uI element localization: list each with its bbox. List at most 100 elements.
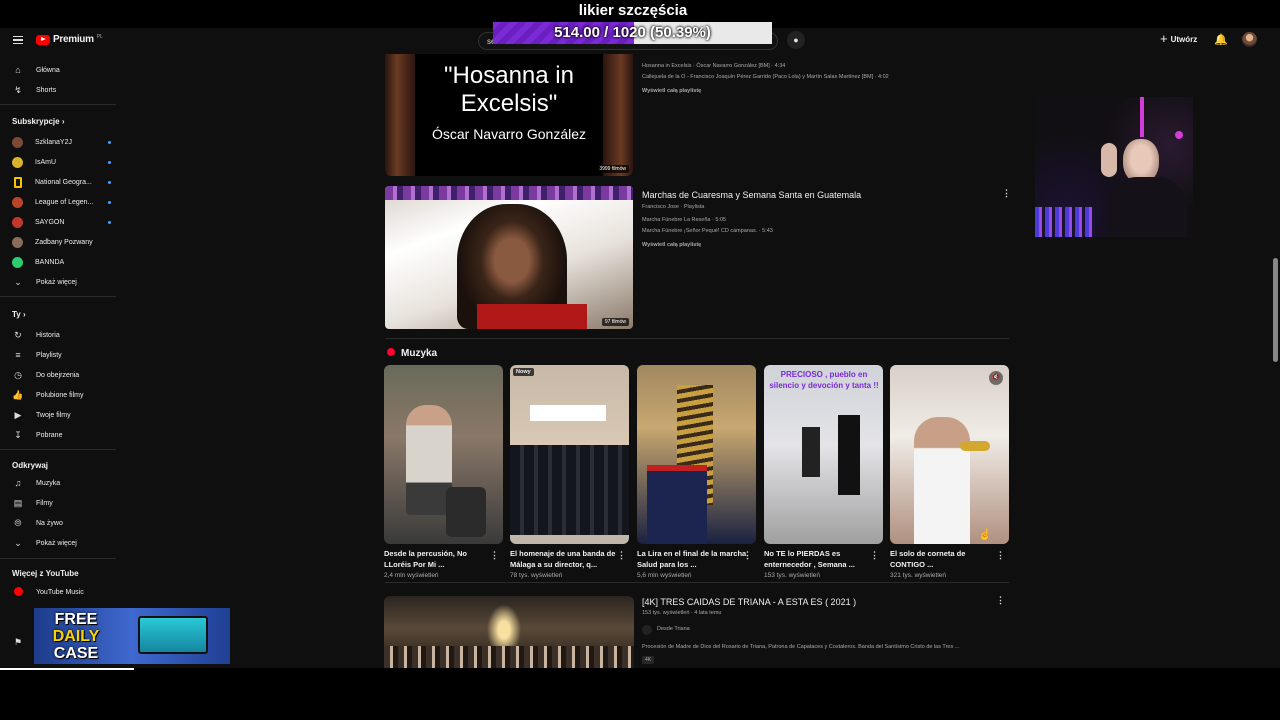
sidebar-item-movies[interactable]: ▤ Filmy xyxy=(12,495,112,511)
create-label: Utwórz xyxy=(1170,34,1198,44)
new-content-dot xyxy=(108,221,111,224)
sidebar-item-music[interactable]: ♫ Muzyka xyxy=(12,475,112,491)
shorts-icon: ↯ xyxy=(14,84,22,95)
sidebar-item-your-videos[interactable]: ▶ Twoje filmy xyxy=(12,407,112,423)
sidebar-item-playlists[interactable]: ≡ Playlisty xyxy=(12,347,112,363)
thumbnail-pattern xyxy=(385,186,633,200)
avatar[interactable] xyxy=(1242,32,1257,47)
microphone-icon[interactable]: ● xyxy=(787,31,805,49)
playlist-item[interactable]: Marcha Fúnebre La Reseña · 5:05 xyxy=(642,215,726,226)
short-views: 2,4 mln wyświetleń xyxy=(384,572,439,579)
sidebar-item-subscription[interactable]: National Geogra... xyxy=(12,174,112,190)
create-button[interactable]: + Utwórz xyxy=(1160,32,1198,45)
playlist-item[interactable]: Callejuela de la O - Francisco Joaquín P… xyxy=(642,72,889,83)
playlist-item[interactable]: Hosanna in Excelsis · Óscar Navarro Gonz… xyxy=(642,61,785,72)
notifications-bell-icon[interactable]: 🔔 xyxy=(1214,33,1228,46)
you-heading[interactable]: Ty › xyxy=(12,310,26,319)
short-thumbnail[interactable] xyxy=(637,365,756,544)
playlist-item[interactable]: Marcha Fúnebre ¡Señor Pequé! CD campanas… xyxy=(642,226,773,237)
sidebar-item-subscription[interactable]: BANNDA xyxy=(12,254,112,270)
more-options-icon[interactable]: ⋮ xyxy=(490,550,499,561)
chevron-down-icon: ⌄ xyxy=(14,276,22,287)
sidebar-item-shorts[interactable]: ↯ Shorts xyxy=(12,82,112,98)
thumbnail-trumpeter xyxy=(914,417,970,544)
youtube-logo[interactable]: Premium PL xyxy=(36,34,103,45)
sidebar-item-liked[interactable]: 👍 Polubione filmy xyxy=(12,387,112,403)
screen: likier szczęścia 514.00 / 1020 (50.39%) … xyxy=(0,0,1280,720)
view-all-playlist-link[interactable]: Wyświetl całą playlistę xyxy=(642,86,701,97)
channel-avatar[interactable] xyxy=(642,625,652,635)
more-options-icon[interactable]: ⋮ xyxy=(996,595,1005,606)
playlist-thumbnail[interactable]: "Hosanna in Excelsis" Óscar Navarro Gonz… xyxy=(385,54,633,176)
subscriptions-heading[interactable]: Subskrypcje › xyxy=(12,117,64,126)
sidebar-item-downloads[interactable]: ↧ Pobrane xyxy=(12,427,112,443)
sidebar-item-subscription[interactable]: IsAmU xyxy=(12,154,112,170)
sidebar-item-subscription[interactable]: Zadbany Pozwany xyxy=(12,234,112,250)
sidebar-item-live[interactable]: ⦾ Na żywo xyxy=(12,515,112,531)
more-options-icon[interactable]: ⋮ xyxy=(996,550,1005,561)
youtube-play-icon xyxy=(36,34,50,45)
ad-line: FREE xyxy=(54,611,98,628)
channel-avatar xyxy=(12,196,23,208)
youtube-music-icon xyxy=(12,586,24,598)
live-icon: ⦾ xyxy=(14,517,22,528)
music-icon: ♫ xyxy=(14,478,22,488)
sidebar-item-label: BANNDA xyxy=(35,258,65,266)
short-views: 321 tys. wyświetleń xyxy=(890,572,946,579)
short-thumbnail[interactable] xyxy=(384,365,503,544)
ad-text: FREE DAILY CASE xyxy=(38,611,114,662)
subscriptions-show-more[interactable]: ⌄ Pokaż więcej xyxy=(12,274,112,290)
menu-icon[interactable] xyxy=(13,36,23,44)
more-options-icon[interactable]: ⋮ xyxy=(870,550,879,561)
short-thumbnail[interactable]: Nowy xyxy=(510,365,629,544)
short-title[interactable]: La Lira en el final de la marcha Salud p… xyxy=(637,548,747,570)
video-thumbnail[interactable] xyxy=(384,596,634,668)
sidebar-item-label: Pokaż więcej xyxy=(36,539,77,547)
playlist-title[interactable]: Marchas de Cuaresma y Semana Santa en Gu… xyxy=(642,190,861,200)
channel-name[interactable]: Desde Triana xyxy=(657,624,690,635)
sidebar-item-label: Twoje filmy xyxy=(36,411,71,419)
video-description: Procesión de Madre de Dios del Rosario d… xyxy=(642,644,960,650)
sidebar-item-history[interactable]: ↻ Historia xyxy=(12,327,112,343)
view-all-playlist-link[interactable]: Wyświetl całą playlistę xyxy=(642,240,701,251)
short-thumbnail[interactable]: PRECIOSO , pueblo en silencio y devoción… xyxy=(764,365,883,544)
chevron-right-icon: › xyxy=(22,310,26,319)
video-title[interactable]: [4K] TRES CAIDAS DE TRIANA - A ESTA ES (… xyxy=(642,597,856,607)
sidebar-item-home[interactable]: ⌂ Główna xyxy=(12,62,112,78)
sidebar-item-subscription[interactable]: SAYGON xyxy=(12,214,112,230)
new-content-dot xyxy=(108,161,111,164)
case-image xyxy=(138,616,208,654)
short-title[interactable]: Desde la percusión, No LLoréis Por Mi ..… xyxy=(384,548,494,570)
rgb-light xyxy=(1140,97,1144,137)
sidebar-item-youtube-music[interactable]: YouTube Music xyxy=(12,584,112,600)
subscriptions-title: Subskrypcje xyxy=(12,117,60,126)
thumbnail-caption-box xyxy=(530,405,606,421)
sidebar-item-watch-later[interactable]: ◷ Do obejrzenia xyxy=(12,367,112,383)
movies-icon: ▤ xyxy=(13,497,23,508)
scrollbar[interactable] xyxy=(1273,258,1278,362)
stream-progress-text: 514.00 / 1020 (50.39%) xyxy=(554,24,711,41)
playlists-icon: ≡ xyxy=(15,350,21,360)
thumbnail-uniform xyxy=(647,465,707,544)
short-thumbnail[interactable]: 🔇 xyxy=(890,365,1009,544)
more-options-icon[interactable]: ⋮ xyxy=(743,550,752,561)
thumbnail-robe xyxy=(477,304,587,329)
channel-avatar xyxy=(12,236,23,248)
mute-icon[interactable]: 🔇 xyxy=(989,371,1003,385)
short-title[interactable]: El solo de corneta de CONTIGO ... xyxy=(890,548,1000,570)
divider xyxy=(0,104,116,105)
sidebar-item-subscription[interactable]: League of Legen... xyxy=(12,194,112,210)
more-options-icon[interactable]: ⋮ xyxy=(1002,188,1011,199)
short-title[interactable]: No TE lo PIERDAS es enternecedor , Seman… xyxy=(764,548,874,570)
new-badge: Nowy xyxy=(513,368,534,376)
more-options-icon[interactable]: ⋮ xyxy=(617,550,626,561)
video-meta: 153 tys. wyświetleń · 4 lata temu xyxy=(642,610,722,616)
free-daily-case-ad[interactable]: FREE DAILY CASE xyxy=(34,608,230,664)
short-title[interactable]: El homenaje de una banda de Málaga a su … xyxy=(510,548,620,570)
sidebar-item-label: SzklanaY2J xyxy=(35,138,72,146)
playlist-thumbnail[interactable]: 97 filmów xyxy=(385,186,633,329)
explore-show-more[interactable]: ⌄ Pokaż więcej xyxy=(12,535,112,551)
sidebar-item-subscription[interactable]: SzklanaY2J xyxy=(12,134,112,150)
video-count-badge: 3999 filmów xyxy=(596,165,629,173)
loading-bar xyxy=(0,668,134,670)
